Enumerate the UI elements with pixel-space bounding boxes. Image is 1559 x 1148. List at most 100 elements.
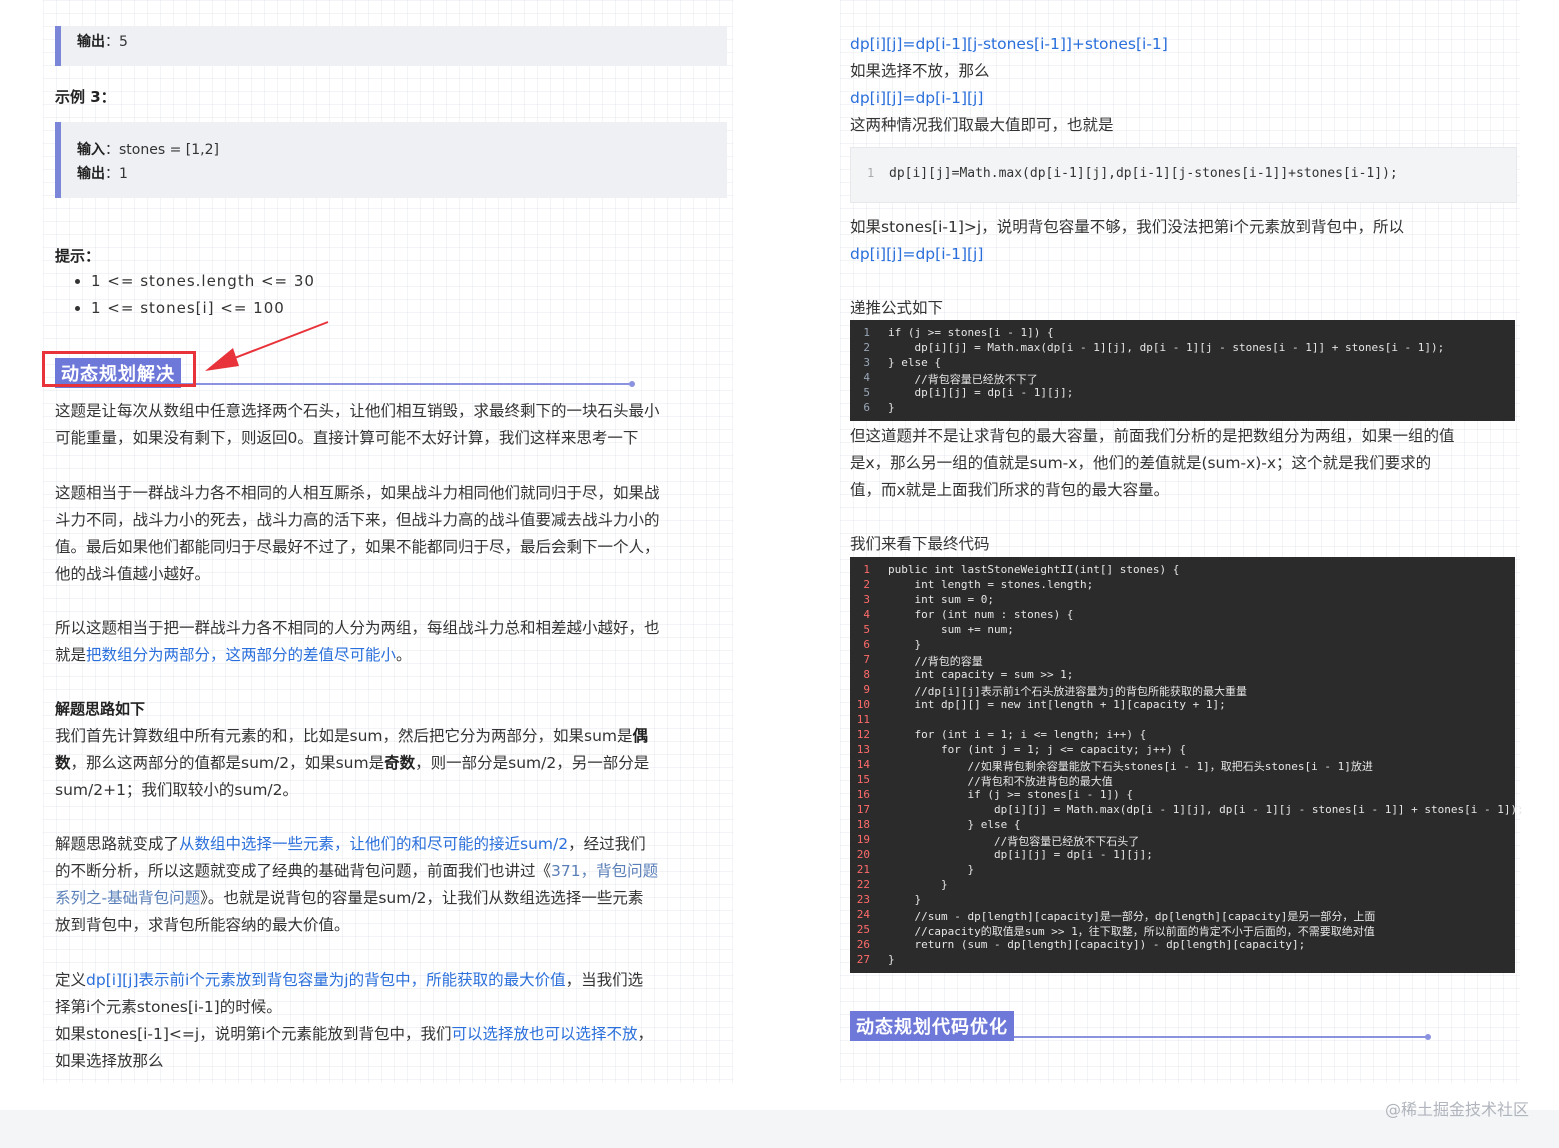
text-span: ，那么这两部分的值都是sum/2，如果sum是 <box>70 754 385 772</box>
code-line: //capacity的取值是sum >> 1，往下取整，所以前面的肯定不小于后面… <box>888 925 1375 938</box>
red-arrow-icon <box>205 321 329 371</box>
code-line: int capacity = sum >> 1; <box>888 668 1074 681</box>
output-value: ：1 <box>105 166 128 182</box>
line-number: 26 <box>856 938 870 951</box>
paragraph-analogy: 这题相当于一群战斗力各不相同的人相互厮杀，如果战斗力相同他们就同归于尽，如果战 … <box>55 480 735 588</box>
text-line: 这两种情况我们取最大值即可，也就是 <box>850 116 1114 134</box>
bold-text: 奇数 <box>384 754 416 772</box>
highlighted-text: 可以选择放也可以选择不放 <box>451 1025 638 1043</box>
underline-dot <box>629 381 635 387</box>
text-line: 定义dp[i][j]表示前i个元素放到背包容量为j的背包中，所能获取的最大价值，… <box>55 967 735 994</box>
code-line: } <box>888 638 922 651</box>
highlight-box <box>42 351 196 387</box>
text-span: 如果stones[i-1]<=j，说明第i个元素能放到背包中，我们 <box>55 1025 452 1043</box>
left-article-column: 输出：5 示例 3： 输入：stones = [1,2] 输出：1 提示： 1 … <box>42 0 735 1083</box>
text-line: 是x，那么另一组的值就是sum-x，他们的差值就是(sum-x)-x；这个就是我… <box>850 454 1432 472</box>
code-line: dp[i][j] = Math.max(dp[i - 1][j], dp[i -… <box>888 803 1524 816</box>
line-number: 13 <box>856 743 870 756</box>
code-line: dp[i][j] = dp[i - 1][j]; <box>888 848 1153 861</box>
text-line: 的不断分析，所以这题就变成了经典的基础背包问题，前面我们也讲过《371，背包问题 <box>55 858 735 885</box>
code-line: public int lastStoneWeightII(int[] stone… <box>888 563 1180 576</box>
example3-block: 输入：stones = [1,2] 输出：1 <box>55 122 727 198</box>
text-line: 这题相当于一群战斗力各不相同的人相互厮杀，如果战斗力相同他们就同归于尽，如果战 <box>55 484 660 502</box>
bold-text: 数 <box>55 754 71 772</box>
line-number: 12 <box>856 728 870 741</box>
idea-heading: 解题思路如下 <box>55 700 146 718</box>
paragraph-split: 所以这题相当于把一群战斗力各不相同的人分为两组，每组战斗力总和相差越小越好，也 … <box>55 615 735 669</box>
article-link[interactable]: 系列之-基础背包问题 <box>55 889 200 907</box>
tips-heading: 提示： <box>55 247 101 265</box>
paragraph-difference: 但这道题并不是让求背包的最大容量，前面我们分析的是把数组分为两组，如果一组的值 … <box>850 423 1520 504</box>
code-block-recurrence: 1 if (j >= stones[i - 1]) { 2 dp[i][j] = … <box>850 320 1515 421</box>
code-line: if (j >= stones[i - 1]) { <box>888 788 1134 801</box>
code-line: } <box>888 893 922 906</box>
tips-list: 1 <= stones.length <= 30 1 <= stones[i] … <box>55 268 315 322</box>
text-line: 值，而x就是上面我们所求的背包的最大容量。 <box>850 481 1170 499</box>
paragraph-sum: 我们首先计算数组中所有元素的和，比如是sum，然后把它分为两部分，如果sum是偶… <box>55 723 735 804</box>
line-number: 14 <box>856 758 870 771</box>
code-line: } <box>888 863 975 876</box>
line-number: 20 <box>856 848 870 861</box>
code-line: int sum = 0; <box>888 593 994 606</box>
line-number: 4 <box>863 608 870 621</box>
code-line: if (j >= stones[i - 1]) { <box>888 326 1054 339</box>
line-number: 8 <box>863 668 870 681</box>
text-line: 他的战斗值越小越好。 <box>55 565 211 583</box>
line-number: 1 <box>863 326 870 339</box>
code-line: return (sum - dp[length][capacity]) - dp… <box>888 938 1306 951</box>
text-line: 放到背包中，求背包所能容纳的最大价值。 <box>55 916 350 934</box>
code-line: } else { <box>888 818 1021 831</box>
text-line: 这题是让每次从数组中任意选择两个石头，让他们相互销毁，求最终剩下的一块石头最小 <box>55 402 660 420</box>
output-label: 输出 <box>77 166 105 182</box>
code-line: //背包和不放进背包的最大值 <box>888 775 1113 788</box>
text-line: 可能重量，如果没有剩下，则返回0。直接计算可能不太好计算，我们这样来思考一下 <box>55 429 639 447</box>
line-number: 21 <box>856 863 870 876</box>
code-line: //dp[i][j]表示前i个石头放进容量为j的背包所能获取的最大重量 <box>888 685 1247 698</box>
line-number: 9 <box>863 683 870 696</box>
line-number: 5 <box>863 623 870 636</box>
text-line: 如果选择不放，那么 <box>850 62 990 80</box>
footer-bar <box>0 1110 1559 1148</box>
tip-item: 1 <= stones.length <= 30 <box>55 268 315 295</box>
line-number: 7 <box>863 653 870 666</box>
code-line: //sum - dp[length][capacity]是一部分，dp[leng… <box>888 910 1376 923</box>
line-number: 2 <box>863 578 870 591</box>
code-line: } <box>888 878 948 891</box>
code-line: dp[i][j] = Math.max(dp[i - 1][j], dp[i -… <box>888 341 1445 354</box>
text-line: sum/2+1；我们取较小的sum/2。 <box>55 781 299 799</box>
output-label: 输出 <box>77 34 105 50</box>
code-block-max: 1 dp[i][j]=Math.max(dp[i-1][j],dp[i-1][j… <box>850 147 1517 203</box>
code-block-final: 1 public int lastStoneWeightII(int[] ston… <box>850 557 1524 973</box>
line-number: 4 <box>863 371 870 384</box>
line-number: 17 <box>856 803 870 816</box>
text-line: 如果stones[i-1]<=j，说明第i个元素能放到背包中，我们可以选择放也可… <box>55 1021 735 1048</box>
code-line: int dp[][] = new int[length + 1][capacit… <box>888 698 1226 711</box>
text-line: 斗力不同，战斗力小的死去，战斗力高的活下来，但战斗力高的战斗值要减去战斗力小的 <box>55 511 660 529</box>
line-number: 22 <box>856 878 870 891</box>
text-line: 如果stones[i-1]>j，说明背包容量不够，我们没法把第i个元素放到背包中… <box>850 218 1405 236</box>
bold-text: 偶 <box>632 727 649 745</box>
line-number: 1 <box>867 166 875 180</box>
section-heading-optimization: 动态规划代码优化 <box>850 1011 1014 1041</box>
text-span: 定义 <box>55 971 87 989</box>
paragraph-intro: 这题是让每次从数组中任意选择两个石头，让他们相互销毁，求最终剩下的一块石头最小 … <box>55 398 735 452</box>
text-span: 。 <box>396 646 412 664</box>
line-number: 1 <box>863 563 870 576</box>
text-span: ，经过我们 <box>568 835 646 853</box>
code-line: for (int num : stones) { <box>888 608 1074 621</box>
output-value: ：5 <box>105 34 128 50</box>
text-span: 就是 <box>55 646 87 664</box>
example2-output-block: 输出：5 <box>55 26 727 66</box>
line-number: 23 <box>856 893 870 906</box>
highlighted-text: dp[i][j]表示前i个元素放到背包容量为j的背包中，所能获取的最大价值 <box>86 971 566 989</box>
text-span: ，当我们选 <box>565 971 644 989</box>
text-line: 所以这题相当于把一群战斗力各不相同的人分为两组，每组战斗力总和相差越小越好，也 <box>55 619 660 637</box>
article-link[interactable]: 371，背包问题 <box>551 862 658 880</box>
line-number: 24 <box>856 908 870 921</box>
final-code-heading: 我们来看下最终代码 <box>850 535 990 553</box>
paragraph-knapsack: 解题思路就变成了从数组中选择一些元素，让他们的和尽可能的接近sum/2，经过我们… <box>55 831 735 939</box>
text-span: 解题思路就变成了 <box>55 835 180 853</box>
code-line: } <box>888 401 895 414</box>
text-span: 的不断分析，所以这题就变成了经典的基础背包问题，前面我们也讲过《 <box>55 862 552 880</box>
text-line: 值。最后如果他们都能同归于尽最好不过了，如果不能都同归于尽，最后会剩下一个人， <box>55 538 660 556</box>
